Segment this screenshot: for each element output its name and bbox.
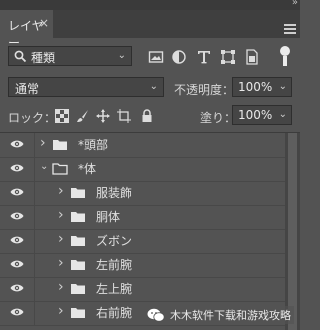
lock-row: ロック： 塗り： 100% ⌄	[0, 104, 300, 128]
layer-row[interactable]: › 胴体	[0, 205, 285, 230]
watermark: 木木软件下载和游戏攻略	[144, 306, 294, 324]
chevron-right-icon[interactable]: ›	[58, 279, 64, 295]
layer-row[interactable]: › 服装飾	[0, 181, 285, 206]
folder-icon	[71, 308, 85, 318]
chevron-down-icon: ⌄	[149, 81, 158, 92]
layer-name[interactable]: 左前腕	[96, 256, 132, 273]
tab-layers[interactable]: レイヤー ×	[0, 10, 53, 50]
lock-transparent-pixels-icon[interactable]	[55, 109, 69, 123]
visibility-cell[interactable]	[0, 301, 35, 325]
blend-mode-dropdown[interactable]: 通常 ⌄	[8, 77, 164, 97]
watermark-text: 木木软件下载和游戏攻略	[170, 309, 291, 322]
visibility-cell[interactable]	[0, 157, 35, 181]
visibility-cell[interactable]	[0, 229, 35, 253]
shape-filter-icon[interactable]	[220, 49, 236, 65]
lock-all-icon[interactable]	[140, 109, 154, 123]
lock-image-pixels-icon[interactable]	[76, 109, 90, 123]
folder-icon	[71, 260, 85, 270]
panel-top-strip: »	[0, 0, 300, 10]
fill-label: 塗り：	[200, 111, 237, 125]
layer-name[interactable]: ズボン	[96, 232, 132, 249]
folder-icon	[71, 212, 85, 222]
search-icon	[14, 50, 27, 63]
layer-name[interactable]: 服装飾	[96, 184, 132, 201]
layer-row[interactable]: › 左上腕	[0, 277, 285, 302]
layer-row[interactable]: › *頭部	[0, 133, 285, 158]
collapse-panel-icon[interactable]: »	[292, 0, 298, 8]
adjustment-filter-icon[interactable]	[171, 49, 187, 65]
layers-scrollbar[interactable]	[285, 133, 300, 330]
image-filter-icon[interactable]	[148, 49, 164, 65]
blend-row: 通常 ⌄ 不透明度： 100% ⌄	[0, 76, 300, 100]
visibility-cell[interactable]	[0, 133, 35, 157]
chevron-right-icon[interactable]: ›	[58, 183, 64, 199]
filter-row: 種類 ⌄	[0, 38, 300, 74]
panel-tab-bar: レイヤー ×	[0, 10, 300, 50]
filter-kind-label: 種類	[31, 51, 56, 65]
chevron-right-icon[interactable]: ›	[58, 231, 64, 247]
lock-label: ロック：	[8, 111, 57, 125]
wechat-icon	[147, 308, 165, 322]
layer-name[interactable]: *体	[78, 160, 96, 177]
hamburger-menu-icon[interactable]	[284, 24, 296, 36]
fill-field[interactable]: 100% ⌄	[232, 105, 292, 125]
folder-icon	[71, 236, 85, 246]
eye-icon[interactable]	[10, 163, 24, 173]
type-filter-icon[interactable]	[196, 49, 212, 65]
eye-icon[interactable]	[10, 211, 24, 221]
layer-name[interactable]: 右前腕	[96, 304, 132, 321]
layers-list: › *頭部 ⌄ *体 › 服装飾 › 胴体 › ズボン › 左前腕 › 左上腕 › 右前腕	[0, 133, 285, 330]
layer-row[interactable]: ⌄ *体	[0, 157, 285, 182]
layers-panel: » レイヤー × 種類 ⌄ 通常 ⌄ 不透明度： 100% ⌄ ロック： 塗り：…	[0, 0, 300, 330]
chevron-down-icon: ⌄	[117, 50, 126, 61]
blend-mode-label: 通常	[15, 82, 40, 96]
visibility-cell[interactable]	[0, 253, 35, 277]
tab-close-icon[interactable]: ×	[39, 16, 49, 30]
eye-icon[interactable]	[10, 139, 24, 149]
lock-artboard-icon[interactable]	[117, 109, 131, 123]
chevron-right-icon[interactable]: ›	[58, 255, 64, 271]
layer-name[interactable]: 胴体	[96, 208, 120, 225]
chevron-right-icon[interactable]: ›	[40, 135, 46, 151]
fill-value: 100%	[238, 108, 273, 122]
chevron-right-icon[interactable]: ›	[58, 303, 64, 319]
layer-name[interactable]: *頭部	[78, 136, 108, 153]
chevron-down-icon[interactable]: ⌄	[40, 161, 48, 172]
layer-name[interactable]: 左上腕	[96, 280, 132, 297]
eye-icon[interactable]	[10, 307, 24, 317]
eye-icon[interactable]	[10, 283, 24, 293]
opacity-label: 不透明度：	[174, 83, 235, 97]
eye-icon[interactable]	[10, 235, 24, 245]
visibility-cell[interactable]	[0, 277, 35, 301]
eye-icon[interactable]	[10, 259, 24, 269]
chevron-down-icon: ⌄	[278, 109, 287, 120]
smart-object-filter-icon[interactable]	[244, 49, 260, 65]
opacity-value: 100%	[238, 80, 273, 94]
opacity-field[interactable]: 100% ⌄	[232, 77, 292, 97]
scrollbar-thumb[interactable]	[288, 133, 297, 330]
chevron-right-icon[interactable]: ›	[58, 207, 64, 223]
folder-icon	[71, 188, 85, 198]
visibility-cell[interactable]	[0, 205, 35, 229]
folder-icon	[71, 284, 85, 294]
chevron-down-icon: ⌄	[278, 81, 287, 92]
layer-row[interactable]: › 左前腕	[0, 253, 285, 278]
eye-icon[interactable]	[10, 187, 24, 197]
folder-open-icon	[52, 163, 68, 175]
visibility-cell[interactable]	[0, 181, 35, 205]
folder-icon	[53, 140, 67, 150]
filter-kind-dropdown[interactable]: 種類 ⌄	[8, 46, 132, 66]
layer-row[interactable]: › ズボン	[0, 229, 285, 254]
lock-position-icon[interactable]	[96, 109, 110, 123]
